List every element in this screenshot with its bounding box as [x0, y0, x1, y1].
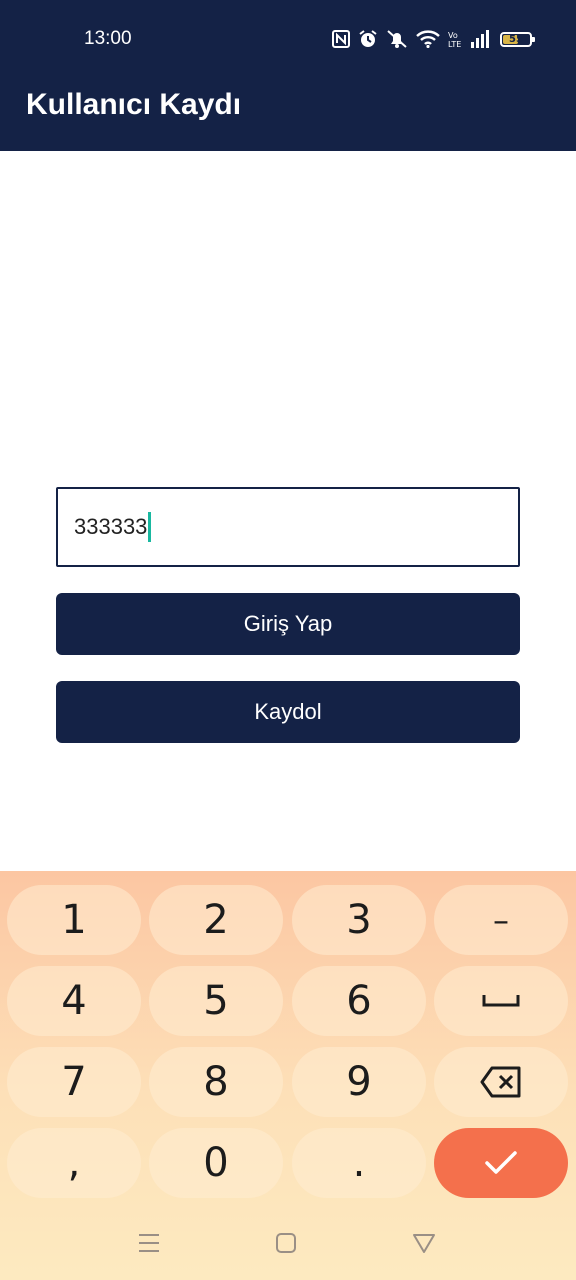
key-3[interactable]: 3	[292, 885, 426, 955]
checkmark-icon	[485, 1151, 517, 1174]
space-key[interactable]	[434, 966, 568, 1036]
key-dash[interactable]: –	[434, 885, 568, 955]
key-0[interactable]: 0	[149, 1128, 283, 1198]
login-button-label: Giriş Yap	[243, 611, 333, 636]
battery-icon: 55	[500, 31, 535, 47]
key-7[interactable]: 7	[7, 1047, 141, 1117]
username-input-value: 333333	[74, 514, 148, 539]
status-time: 13:00	[84, 28, 132, 49]
key-comma[interactable]: ,	[7, 1128, 141, 1198]
home-icon[interactable]	[275, 1232, 297, 1259]
key-dot[interactable]: .	[292, 1128, 426, 1198]
svg-text:Vo: Vo	[448, 31, 458, 40]
register-button[interactable]: Kaydol	[56, 681, 520, 743]
mute-icon	[386, 29, 408, 49]
back-icon[interactable]	[412, 1232, 436, 1259]
menu-icon[interactable]	[138, 1232, 160, 1259]
login-button[interactable]: Giriş Yap	[56, 593, 520, 655]
key-5[interactable]: 5	[149, 966, 283, 1036]
app-header: 13:00 Vo LTE 55 Kullanıcı Kaydı	[0, 0, 576, 151]
key-8[interactable]: 8	[149, 1047, 283, 1117]
wifi-icon	[416, 30, 440, 48]
svg-text:LTE: LTE	[448, 40, 461, 49]
backspace-icon	[480, 1066, 521, 1098]
text-cursor	[148, 512, 152, 542]
volte-icon: Vo LTE	[448, 29, 462, 49]
key-1[interactable]: 1	[7, 885, 141, 955]
key-2[interactable]: 2	[149, 885, 283, 955]
key-9[interactable]: 9	[292, 1047, 426, 1117]
username-input[interactable]: 333333	[56, 487, 520, 567]
status-icons: Vo LTE 55	[332, 26, 535, 52]
register-button-label: Kaydol	[254, 699, 322, 724]
alarm-icon	[358, 29, 378, 49]
nfc-icon	[332, 30, 350, 48]
signal-icon	[470, 30, 492, 48]
page-title: Kullanıcı Kaydı	[26, 88, 242, 121]
space-icon	[482, 995, 520, 1007]
numeric-keyboard: 1 2 3 – 4 5 6 7 8 9 , 0 .	[0, 871, 576, 1280]
key-4[interactable]: 4	[7, 966, 141, 1036]
done-key[interactable]	[434, 1128, 568, 1198]
backspace-key[interactable]	[434, 1047, 568, 1117]
key-6[interactable]: 6	[292, 966, 426, 1036]
battery-level: 55	[509, 33, 523, 45]
